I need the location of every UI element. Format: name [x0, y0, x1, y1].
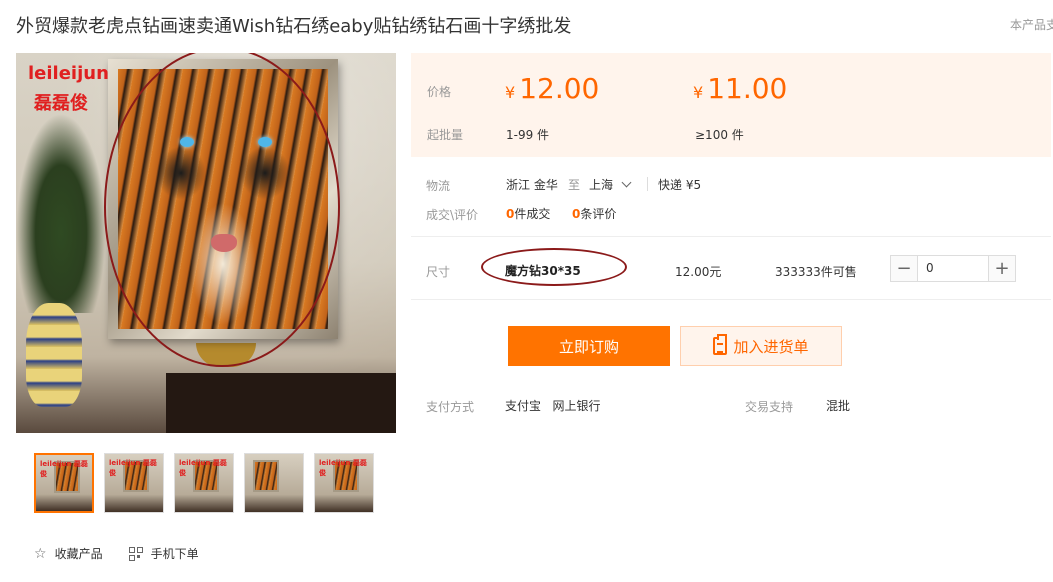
favorite-label: 收藏产品: [54, 547, 103, 561]
price-tier-2-qty: ≥100 件: [695, 128, 744, 142]
price-tier-2: ¥11.00: [693, 72, 787, 105]
currency-symbol: ¥: [693, 83, 704, 102]
quantity-input[interactable]: 0: [917, 256, 989, 281]
divider: [411, 299, 1051, 300]
watermark-latin: leileijun: [28, 63, 109, 84]
vase-decoration: [26, 303, 82, 407]
destination-value: 上海: [589, 178, 614, 192]
review-count-link[interactable]: 0条评价: [572, 205, 616, 222]
product-title: 外贸爆款老虎点钻画速卖通Wish钻石绣eaby贴钻绣钻石画十字绣批发: [16, 16, 572, 37]
star-icon: ☆: [34, 545, 47, 562]
thumbnail-4[interactable]: [244, 453, 304, 513]
main-product-image[interactable]: leileijun 磊磊俊: [16, 53, 396, 433]
separator: [647, 177, 648, 191]
logistics-label: 物流: [426, 179, 451, 193]
thumbnail-strip: leileijun 磊磊俊 leileijun 磊磊俊 leileijun 磊磊…: [34, 453, 374, 513]
sales-count-link[interactable]: 0件成交: [506, 205, 550, 222]
price-panel: 价格 ¥12.00 ¥11.00 起批量 1-99 件 ≥100 件: [411, 53, 1051, 157]
sales-suffix: 件成交: [514, 207, 551, 221]
price-tier-1-qty: 1-99 件: [506, 128, 550, 142]
thumbnail-watermark: leileijun 磊磊俊: [319, 459, 367, 477]
shipping-fee: 快递 ¥5: [658, 178, 702, 192]
thumbnail-watermark: leileijun 磊磊俊: [109, 459, 157, 477]
clipboard-icon: [713, 334, 728, 355]
annotation-ellipse-sku: [481, 248, 627, 286]
price-tier-1: ¥12.00: [505, 72, 599, 105]
payment-label: 支付方式: [426, 400, 475, 414]
thumbnail-1[interactable]: leileijun 磊磊俊: [34, 453, 94, 513]
qr-code-icon: [128, 546, 143, 561]
logistics-to: 至: [568, 178, 581, 192]
trade-support-value: 混批: [826, 399, 851, 413]
deals-label: 成交\评价: [426, 208, 479, 222]
currency-symbol: ¥: [505, 83, 516, 102]
logistics-origin: 浙江 金华: [506, 178, 558, 192]
increment-button[interactable]: +: [989, 256, 1015, 281]
favorite-product-link[interactable]: ☆ 收藏产品: [34, 545, 103, 562]
review-suffix: 条评价: [580, 207, 617, 221]
mobile-order-link[interactable]: 手机下单: [128, 545, 199, 562]
annotation-ellipse-image: [104, 53, 340, 367]
watermark-cn: 磊磊俊: [34, 93, 88, 114]
thumbnail-watermark: leileijun 磊磊俊: [179, 459, 227, 477]
sku-label: 尺寸: [426, 265, 451, 279]
thumbnail-3[interactable]: leileijun 磊磊俊: [174, 453, 234, 513]
payment-methods: 支付宝 网上银行: [505, 399, 601, 413]
price-tier-2-value: 11.00: [707, 72, 788, 105]
chevron-down-icon: [621, 177, 632, 188]
thumbnail-watermark: leileijun 磊磊俊: [40, 460, 88, 478]
buy-now-button[interactable]: 立即订购: [508, 326, 670, 366]
price-tier-1-value: 12.00: [519, 72, 600, 105]
divider: [411, 236, 1051, 237]
trade-support-label: 交易支持: [745, 400, 794, 414]
price-label: 价格: [427, 85, 452, 99]
table-decoration: [166, 373, 396, 433]
decrement-button[interactable]: −: [891, 256, 917, 281]
destination-select[interactable]: 上海: [589, 176, 632, 193]
quantity-stepper: − 0 +: [890, 255, 1016, 282]
add-to-list-label: 加入进货单: [733, 337, 809, 356]
add-to-purchase-list-button[interactable]: 加入进货单: [680, 326, 842, 366]
thumbnail-2[interactable]: leileijun 磊磊俊: [104, 453, 164, 513]
moq-label: 起批量: [427, 128, 464, 142]
corner-link[interactable]: 本产品支: [1010, 16, 1053, 33]
sku-stock: 333333件可售: [775, 265, 857, 279]
bottom-links: ☆ 收藏产品 手机下单: [34, 545, 199, 562]
mobile-order-label: 手机下单: [150, 547, 199, 561]
thumbnail-5[interactable]: leileijun 磊磊俊: [314, 453, 374, 513]
sku-price: 12.00元: [675, 265, 722, 279]
plant-decoration: [16, 113, 106, 313]
